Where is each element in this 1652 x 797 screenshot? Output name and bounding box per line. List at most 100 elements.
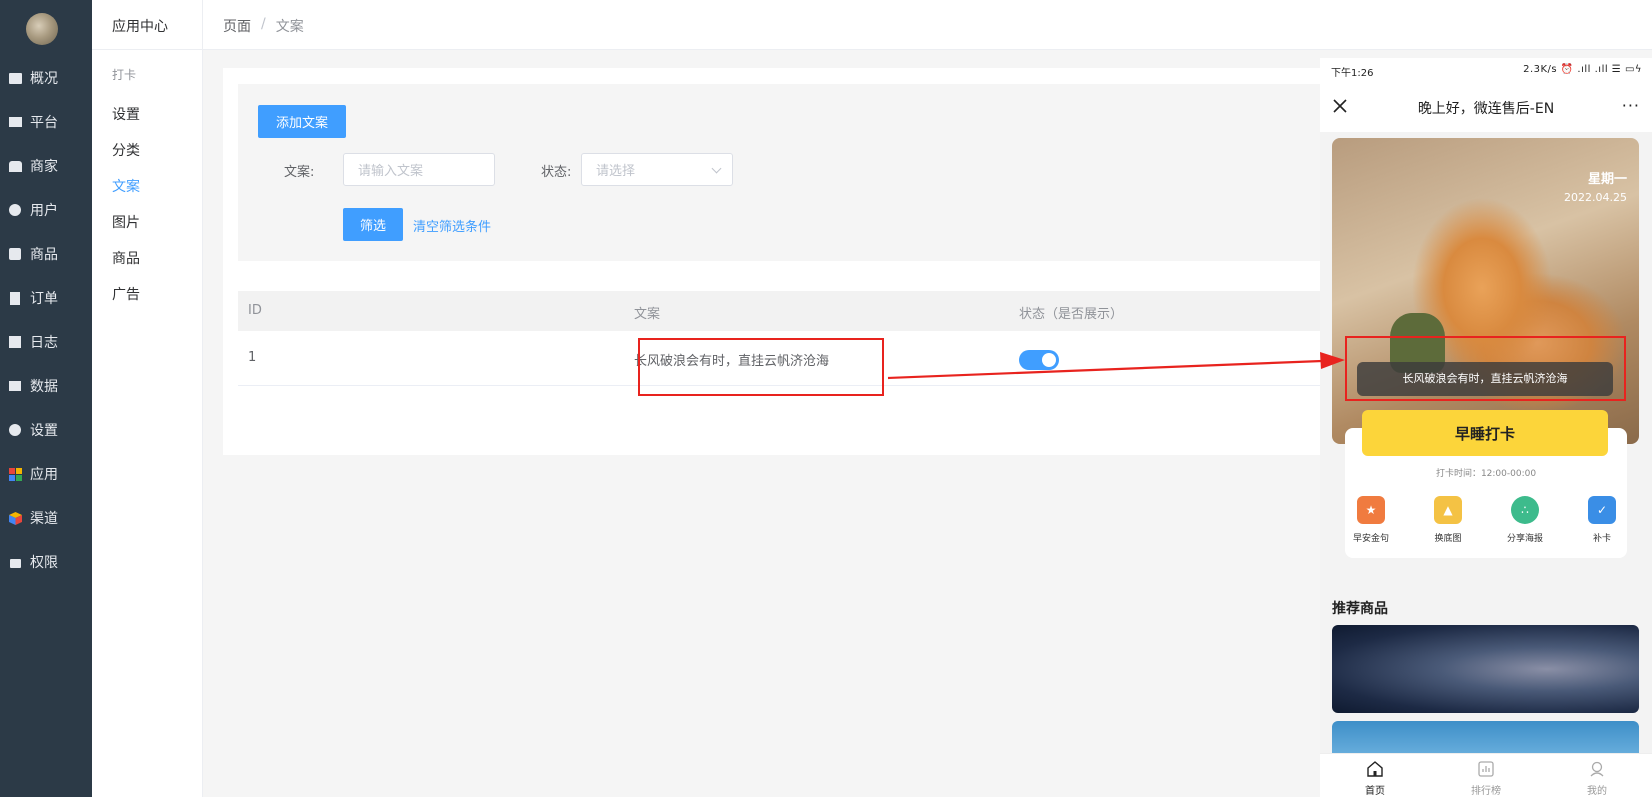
- sub-item-images[interactable]: 图片: [112, 212, 140, 232]
- checkin-button[interactable]: 早睡打卡: [1362, 410, 1608, 456]
- tab-label: 我的: [1587, 786, 1607, 797]
- nav-item-label: 应用: [30, 467, 58, 483]
- tab-label: 首页: [1365, 786, 1385, 797]
- tab-ranking[interactable]: 排行榜: [1431, 754, 1541, 797]
- nav-item-channel[interactable]: 渠道: [0, 503, 92, 533]
- nav-item-data[interactable]: 数据: [0, 371, 92, 401]
- nav-item-user[interactable]: 用户: [0, 195, 92, 225]
- breadcrumb: 页面 / 文案: [223, 16, 304, 36]
- nav-item-label: 设置: [30, 423, 58, 439]
- ranking-icon: [1478, 761, 1494, 777]
- monitor-icon: [8, 115, 22, 129]
- product-banner[interactable]: [1332, 625, 1639, 713]
- sub-item-settings[interactable]: 设置: [112, 104, 140, 124]
- sub-item-goods[interactable]: 商品: [112, 248, 140, 268]
- sub-menu-header: 应用中心: [92, 0, 203, 50]
- sub-menu-group-label: 打卡: [112, 68, 137, 82]
- nav-item-label: 订单: [30, 291, 58, 307]
- breadcrumb-root[interactable]: 页面: [223, 16, 251, 36]
- tab-label: 排行榜: [1471, 786, 1501, 797]
- phone-tab-bar: 首页 排行榜 我的: [1320, 753, 1652, 797]
- quick-action-label: 补卡: [1592, 534, 1611, 544]
- text-filter-placeholder: 请输入文案: [358, 164, 424, 179]
- text-filter-label: 文案:: [284, 165, 315, 180]
- status-toggle[interactable]: [1019, 350, 1059, 370]
- nav-item-platform[interactable]: 平台: [0, 107, 92, 137]
- nav-item-overview[interactable]: 概况: [0, 63, 92, 93]
- text-filter-input[interactable]: 请输入文案: [343, 153, 495, 186]
- cube-icon: [8, 511, 22, 525]
- tab-home[interactable]: 首页: [1320, 754, 1430, 797]
- quick-action-share-poster[interactable]: ∴ 分享海报: [1490, 496, 1560, 556]
- quick-action-morning-quote[interactable]: ★ 早安金句: [1336, 496, 1406, 556]
- highlight-box-table: [638, 338, 884, 396]
- sub-item-copywriting[interactable]: 文案: [112, 176, 140, 196]
- quick-action-label: 换底图: [1434, 534, 1462, 544]
- column-header-status: 状态（是否展示）: [1019, 307, 1124, 322]
- column-header-id: ID: [248, 303, 262, 318]
- gear-icon: [8, 423, 22, 437]
- nav-item-label: 日志: [30, 335, 58, 351]
- nav-item-merchant[interactable]: 商家: [0, 151, 92, 181]
- sub-item-category[interactable]: 分类: [112, 140, 140, 160]
- nav-item-settings[interactable]: 设置: [0, 415, 92, 445]
- phone-status-bar: 下午1:26 2.3K/s ⏰ .ıll .ıll ☰ ▭ϟ: [1320, 58, 1652, 84]
- quick-action-label: 分享海报: [1506, 534, 1543, 544]
- phone-preview: 下午1:26 2.3K/s ⏰ .ıll .ıll ☰ ▭ϟ 晚上好，微连售后-…: [1320, 58, 1652, 797]
- clipboard-check-icon: ✓: [1588, 496, 1616, 524]
- bag-icon: [8, 247, 22, 261]
- phone-title-bar: 晚上好，微连售后-EN ···: [1320, 84, 1652, 132]
- apps-grid-icon: [8, 467, 22, 481]
- home-icon: [1367, 761, 1383, 777]
- sub-item-ads[interactable]: 广告: [112, 284, 140, 304]
- share-dots-icon: ∴: [1511, 496, 1539, 524]
- user-icon: [8, 203, 22, 217]
- image-folder-icon: ▲: [1434, 496, 1462, 524]
- filter-button[interactable]: 筛选: [343, 208, 403, 241]
- nav-item-logs[interactable]: 日志: [0, 327, 92, 357]
- add-copywriting-button[interactable]: 添加文案: [258, 105, 346, 138]
- quick-action-makeup-checkin[interactable]: ✓ 补卡: [1567, 496, 1637, 556]
- avatar[interactable]: [26, 13, 58, 45]
- nav-item-label: 权限: [30, 555, 58, 571]
- clear-filters-link[interactable]: 清空筛选条件: [413, 216, 491, 235]
- nav-item-label: 用户: [30, 203, 58, 219]
- highlight-box-phone: [1345, 336, 1626, 401]
- recommend-title: 推荐商品: [1332, 601, 1388, 617]
- lock-icon: [8, 555, 22, 569]
- column-header-text: 文案: [634, 307, 661, 322]
- breadcrumb-current: 文案: [275, 19, 304, 35]
- date-label: 2022.04.25: [1564, 191, 1627, 204]
- dashboard-icon: [8, 71, 22, 85]
- status-indicators: 2.3K/s ⏰ .ıll .ıll ☰ ▭ϟ: [1523, 64, 1642, 75]
- more-icon[interactable]: ···: [1622, 96, 1640, 115]
- chevron-down-icon: [711, 163, 722, 174]
- toggle-knob: [1042, 353, 1056, 367]
- nav-item-label: 渠道: [30, 511, 58, 527]
- phone-title: 晚上好，微连售后-EN: [1417, 101, 1555, 117]
- nav-item-apps[interactable]: 应用: [0, 459, 92, 489]
- nav-item-label: 商品: [30, 247, 58, 263]
- profile-icon: [1590, 761, 1604, 777]
- document-icon: [8, 291, 22, 305]
- nav-item-goods[interactable]: 商品: [0, 239, 92, 269]
- nav-item-label: 概况: [30, 71, 58, 87]
- star-book-icon: ★: [1357, 496, 1385, 524]
- sub-menu: 应用中心 打卡 设置 分类 文案 图片 商品 广告: [92, 0, 203, 797]
- status-select[interactable]: 请选择: [581, 153, 733, 186]
- breadcrumb-separator: /: [261, 16, 266, 32]
- store-icon: [8, 159, 22, 173]
- nav-item-orders[interactable]: 订单: [0, 283, 92, 313]
- cell-id: 1: [248, 350, 257, 365]
- nav-item-label: 数据: [30, 379, 58, 395]
- book-icon: [8, 335, 22, 349]
- status-select-placeholder: 请选择: [596, 164, 636, 179]
- nav-item-label: 平台: [30, 115, 58, 131]
- quick-action-change-background[interactable]: ▲ 换底图: [1413, 496, 1483, 556]
- quick-action-label: 早安金句: [1352, 534, 1389, 544]
- main-nav: 概况 平台 商家 用户 商品 订单 日志 数据 设置 应用 渠道 权限: [0, 0, 92, 797]
- nav-item-permission[interactable]: 权限: [0, 547, 92, 577]
- checkin-time: 打卡时间：12:00-00:00: [1435, 469, 1537, 479]
- tab-profile[interactable]: 我的: [1542, 754, 1652, 797]
- sub-menu-title: 应用中心: [112, 19, 168, 35]
